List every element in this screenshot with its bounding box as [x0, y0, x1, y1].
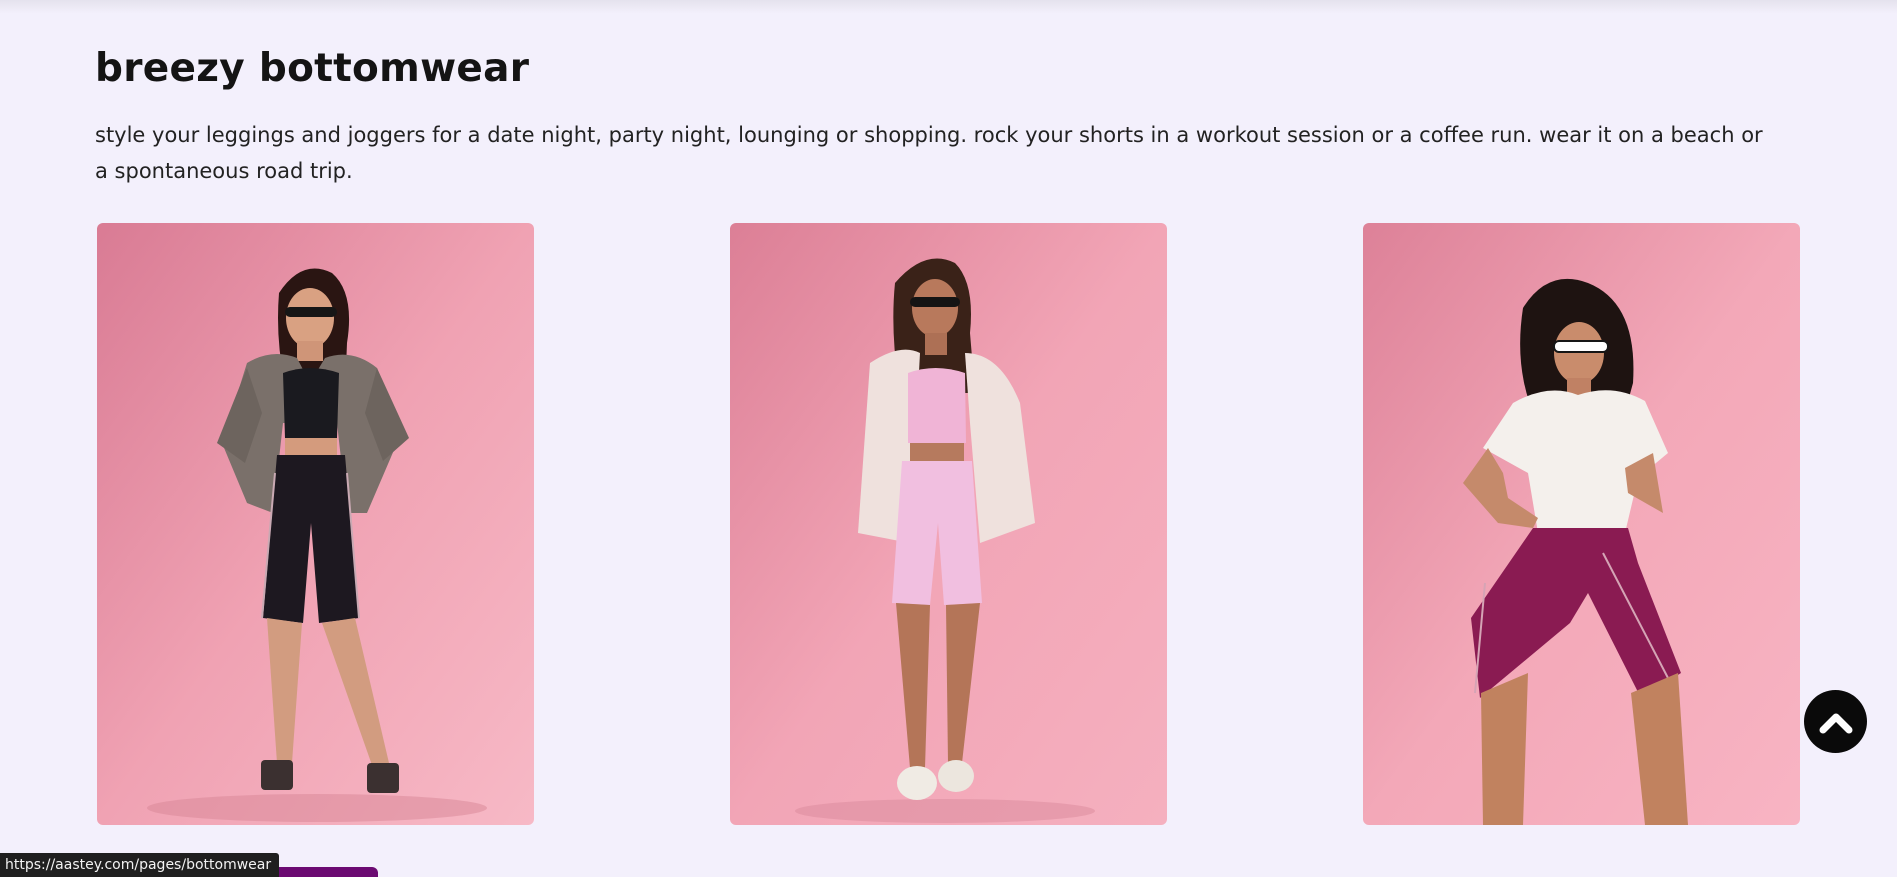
page: breezy bottomwear style your leggings an… [0, 0, 1897, 877]
product-card-pink-shorts[interactable] [730, 223, 1167, 825]
model-black-bike-shorts-photo [97, 223, 534, 825]
link-status-bar: https://aastey.com/pages/bottomwear [0, 853, 280, 877]
model-maroon-bike-shorts-photo [1363, 223, 1800, 825]
product-card-maroon-shorts[interactable] [1363, 223, 1800, 825]
purple-button-partial[interactable] [266, 867, 378, 877]
chevron-up-icon [1819, 713, 1852, 733]
model-pink-bike-shorts-photo [730, 223, 1167, 825]
section-description: style your leggings and joggers for a da… [95, 123, 1763, 183]
product-card-black-shorts[interactable] [97, 223, 534, 825]
header-shadow [0, 0, 1897, 14]
section-title: breezy bottomwear [95, 46, 530, 91]
scroll-to-top-button[interactable] [1804, 690, 1867, 753]
